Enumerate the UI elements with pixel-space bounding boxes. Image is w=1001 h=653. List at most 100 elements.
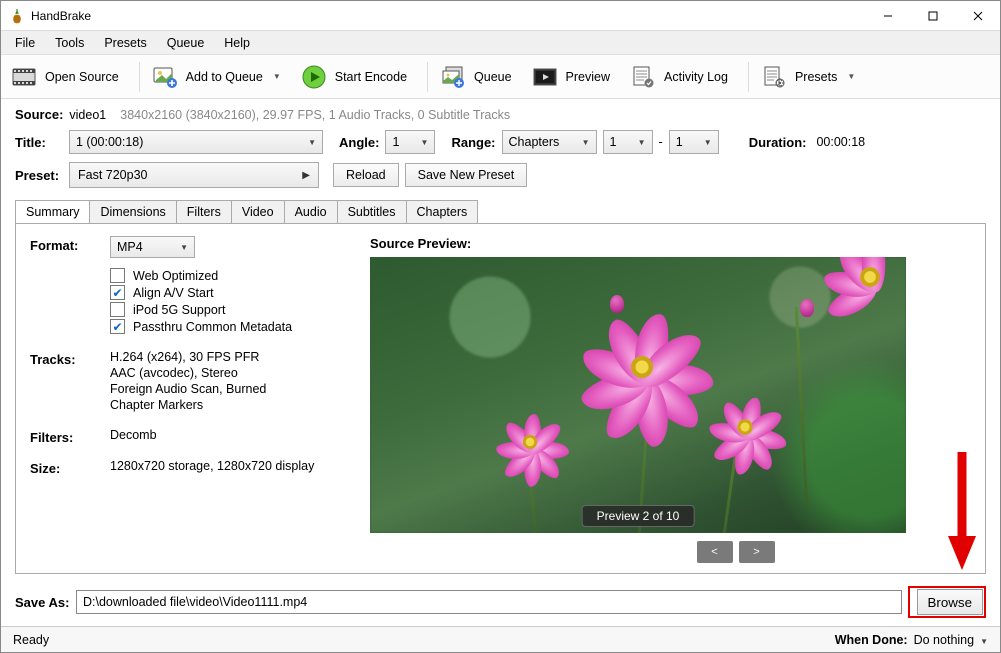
filters-text: Decomb (110, 428, 157, 444)
duration-label: Duration: (749, 135, 807, 150)
status-bar: Ready When Done: Do nothing ▼ (1, 626, 1000, 652)
tab-summary[interactable]: Summary (15, 200, 90, 223)
format-combo[interactable]: MP4 ▼ (110, 236, 195, 258)
presets-label: Presets (795, 70, 837, 84)
presets-icon (761, 64, 787, 90)
range-label: Range: (451, 135, 495, 150)
toolbar-separator (139, 62, 140, 92)
menu-help[interactable]: Help (214, 33, 260, 53)
tab-subtitles[interactable]: Subtitles (337, 200, 407, 223)
window-title: HandBrake (31, 9, 91, 23)
start-encode-button[interactable]: Start Encode (295, 60, 419, 94)
toolbar: Open Source Add to Queue ▼ Start Encode … (1, 55, 1000, 99)
open-source-button[interactable]: Open Source (5, 60, 131, 94)
chevron-down-icon: ▼ (180, 243, 188, 252)
image-plus-icon (152, 64, 178, 90)
start-encode-label: Start Encode (335, 70, 407, 84)
source-preview-label: Source Preview: (370, 236, 471, 251)
chevron-down-icon: ▼ (847, 72, 855, 81)
format-value: MP4 (117, 240, 143, 254)
chevron-down-icon: ▼ (273, 72, 281, 81)
passthru-meta-label: Passthru Common Metadata (133, 320, 292, 334)
when-done-combo[interactable]: Do nothing ▼ (914, 633, 988, 647)
angle-combo[interactable]: 1 ▼ (385, 130, 435, 154)
angle-label: Angle: (339, 135, 379, 150)
title-value: 1 (00:00:18) (76, 135, 143, 149)
browse-button[interactable]: Browse (917, 589, 983, 615)
reload-button[interactable]: Reload (333, 163, 399, 187)
tab-audio[interactable]: Audio (284, 200, 338, 223)
activity-log-button[interactable]: Activity Log (624, 60, 740, 94)
checkbox-checked-icon (110, 285, 125, 300)
title-combo[interactable]: 1 (00:00:18) ▼ (69, 130, 323, 154)
add-to-queue-button[interactable]: Add to Queue ▼ (146, 60, 293, 94)
preset-row: Preset: Fast 720p30 ▶ Reload Save New Pr… (15, 162, 986, 188)
checkbox-icon (110, 302, 125, 317)
play-icon (301, 64, 327, 90)
tracks-text: H.264 (x264), 30 FPS PFR AAC (avcodec), … (110, 350, 266, 414)
duration-value: 00:00:18 (816, 135, 865, 149)
preset-value: Fast 720p30 (78, 168, 148, 182)
queue-label: Queue (474, 70, 512, 84)
when-done-value: Do nothing (914, 633, 974, 647)
preset-label: Preset: (15, 168, 63, 183)
log-icon (630, 64, 656, 90)
range-mode-combo[interactable]: Chapters ▼ (502, 130, 597, 154)
save-as-input[interactable] (76, 590, 902, 614)
menu-queue[interactable]: Queue (157, 33, 215, 53)
preset-combo[interactable]: Fast 720p30 ▶ (69, 162, 319, 188)
chevron-down-icon: ▼ (980, 637, 988, 646)
web-optimized-checkbox[interactable]: Web Optimized (110, 268, 292, 283)
minimize-button[interactable] (865, 1, 910, 30)
source-name: video1 (69, 108, 106, 122)
chevron-down-icon: ▼ (421, 138, 429, 147)
tab-filters[interactable]: Filters (176, 200, 232, 223)
chevron-down-icon: ▼ (308, 138, 316, 147)
preview-next-button[interactable]: > (739, 541, 775, 563)
add-to-queue-label: Add to Queue (186, 70, 263, 84)
preview-icon (532, 64, 558, 90)
save-new-preset-button[interactable]: Save New Preset (405, 163, 528, 187)
range-mode-value: Chapters (509, 135, 560, 149)
app-icon (9, 8, 25, 24)
checkbox-icon (110, 268, 125, 283)
preview-prev-button[interactable]: < (697, 541, 733, 563)
align-av-checkbox[interactable]: Align A/V Start (110, 285, 292, 300)
tracks-label: Tracks: (30, 350, 110, 367)
chevron-down-icon: ▼ (638, 138, 646, 147)
preview-counter-badge: Preview 2 of 10 (582, 505, 695, 527)
chevron-down-icon: ▼ (582, 138, 590, 147)
when-done-label: When Done: (835, 633, 908, 647)
film-icon (11, 64, 37, 90)
filters-label: Filters: (30, 428, 110, 445)
menu-tools[interactable]: Tools (45, 33, 94, 53)
preview-label: Preview (566, 70, 610, 84)
close-button[interactable] (955, 1, 1000, 30)
passthru-meta-checkbox[interactable]: Passthru Common Metadata (110, 319, 292, 334)
presets-button[interactable]: Presets ▼ (755, 60, 867, 94)
web-optimized-label: Web Optimized (133, 269, 218, 283)
chevron-down-icon: ▼ (704, 138, 712, 147)
range-to-combo[interactable]: 1 ▼ (669, 130, 719, 154)
menu-presets[interactable]: Presets (94, 33, 156, 53)
range-from-value: 1 (610, 135, 617, 149)
save-as-label: Save As: (15, 595, 70, 610)
source-details: 3840x2160 (3840x2160), 29.97 FPS, 1 Audi… (120, 108, 510, 122)
source-label: Source: (15, 107, 63, 122)
title-label: Title: (15, 135, 63, 150)
align-av-label: Align A/V Start (133, 286, 214, 300)
tab-chapters[interactable]: Chapters (406, 200, 479, 223)
tab-dimensions[interactable]: Dimensions (89, 200, 176, 223)
summary-panel: Format: MP4 ▼ Web Optimized Align A/V St… (15, 223, 986, 574)
tab-video[interactable]: Video (231, 200, 285, 223)
maximize-button[interactable] (910, 1, 955, 30)
queue-button[interactable]: Queue (434, 60, 524, 94)
source-row: Source: video1 3840x2160 (3840x2160), 29… (15, 107, 986, 122)
toolbar-separator (427, 62, 428, 92)
preview-button[interactable]: Preview (526, 60, 622, 94)
status-text: Ready (13, 633, 49, 647)
ipod-checkbox[interactable]: iPod 5G Support (110, 302, 292, 317)
source-preview-image: Preview 2 of 10 (370, 257, 906, 533)
menu-file[interactable]: File (5, 33, 45, 53)
range-from-combo[interactable]: 1 ▼ (603, 130, 653, 154)
